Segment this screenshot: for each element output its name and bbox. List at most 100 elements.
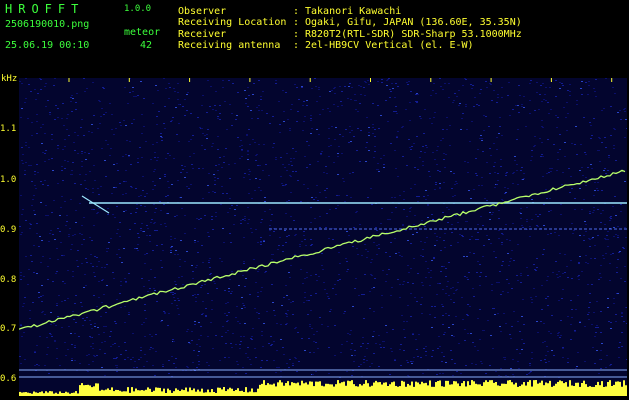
- noise-speck: [24, 297, 26, 298]
- noise-speck: [321, 151, 323, 152]
- histogram-bar: [575, 382, 577, 396]
- histogram-bar: [545, 382, 547, 396]
- noise-speck: [604, 168, 606, 169]
- noise-speck: [215, 165, 217, 166]
- noise-speck: [598, 150, 600, 151]
- noise-speck: [449, 125, 451, 126]
- noise-speck: [335, 208, 337, 209]
- noise-speck: [306, 277, 308, 278]
- noise-speck: [617, 226, 619, 227]
- noise-speck: [368, 127, 370, 128]
- noise-speck: [184, 99, 186, 100]
- noise-speck: [587, 94, 589, 95]
- noise-speck: [136, 367, 138, 368]
- noise-speck: [367, 197, 369, 198]
- noise-speck: [241, 149, 243, 150]
- noise-speck: [36, 133, 38, 134]
- noise-speck: [464, 161, 466, 162]
- noise-speck: [550, 109, 552, 110]
- noise-speck: [146, 193, 148, 194]
- histogram-bar: [551, 386, 553, 396]
- noise-speck: [365, 249, 367, 250]
- noise-speck: [34, 214, 36, 215]
- noise-speck: [299, 246, 301, 247]
- noise-speck: [258, 269, 260, 270]
- noise-speck: [173, 88, 175, 89]
- noise-speck: [590, 138, 592, 139]
- histogram-bar: [33, 391, 35, 396]
- histogram-bar: [469, 385, 471, 396]
- noise-speck: [585, 262, 587, 263]
- noise-speck: [595, 96, 597, 97]
- noise-speck: [617, 237, 619, 238]
- histogram-bar: [337, 380, 339, 396]
- histogram-bar: [609, 380, 611, 396]
- noise-speck: [604, 137, 606, 138]
- noise-speck: [64, 201, 66, 202]
- noise-speck: [442, 289, 444, 290]
- noise-speck: [453, 100, 455, 101]
- noise-speck: [64, 283, 66, 284]
- noise-speck: [508, 283, 510, 284]
- noise-speck: [593, 312, 595, 313]
- noise-speck: [125, 170, 127, 171]
- noise-speck: [354, 94, 356, 95]
- info-value: Ogaki, Gifu, JAPAN (136.60E, 35.35N): [305, 17, 522, 28]
- histogram-bar: [203, 392, 205, 396]
- histogram-bar: [215, 392, 217, 396]
- noise-speck: [482, 330, 484, 331]
- noise-speck: [20, 117, 22, 118]
- noise-speck: [24, 102, 26, 103]
- noise-speck: [30, 255, 32, 256]
- noise-speck: [201, 128, 203, 129]
- histogram-bar: [491, 380, 493, 396]
- noise-speck: [299, 244, 301, 245]
- noise-speck: [574, 331, 576, 332]
- noise-speck: [615, 321, 617, 322]
- noise-speck: [364, 274, 366, 275]
- noise-speck: [536, 258, 538, 259]
- noise-speck: [63, 255, 65, 256]
- noise-speck: [246, 134, 248, 135]
- noise-speck: [555, 261, 557, 262]
- noise-speck: [128, 312, 130, 313]
- noise-speck: [407, 84, 409, 85]
- noise-speck: [164, 106, 166, 107]
- noise-speck: [501, 242, 503, 243]
- noise-speck: [98, 208, 100, 209]
- noise-speck: [116, 367, 118, 368]
- noise-speck: [306, 167, 308, 168]
- noise-speck: [431, 214, 433, 215]
- noise-speck: [98, 100, 100, 101]
- noise-speck: [186, 186, 188, 187]
- noise-speck: [542, 254, 544, 255]
- info-antenna: Receiving antenna:2el-HB9CV Vertical (el…: [178, 40, 474, 51]
- histogram-bar: [403, 381, 405, 396]
- noise-speck: [260, 96, 262, 97]
- noise-speck: [577, 295, 579, 296]
- histogram-bar: [581, 382, 583, 396]
- noise-speck: [437, 146, 439, 147]
- noise-speck: [229, 178, 231, 179]
- noise-speck: [165, 226, 167, 227]
- noise-speck: [493, 251, 495, 252]
- noise-speck: [605, 367, 607, 368]
- noise-speck: [244, 218, 246, 219]
- noise-speck: [443, 266, 445, 267]
- noise-speck: [215, 212, 217, 213]
- noise-speck: [479, 264, 481, 265]
- noise-speck: [519, 212, 521, 213]
- noise-speck: [54, 78, 56, 79]
- histogram-bar: [253, 392, 255, 396]
- noise-speck: [170, 236, 172, 237]
- histogram-bar: [539, 382, 541, 396]
- noise-speck: [127, 103, 129, 104]
- noise-speck: [270, 220, 272, 221]
- noise-speck: [396, 136, 398, 137]
- noise-speck: [88, 131, 90, 132]
- noise-speck: [560, 214, 562, 215]
- noise-speck: [373, 242, 375, 243]
- noise-speck: [484, 198, 486, 199]
- noise-speck: [136, 204, 138, 205]
- noise-speck: [93, 272, 95, 273]
